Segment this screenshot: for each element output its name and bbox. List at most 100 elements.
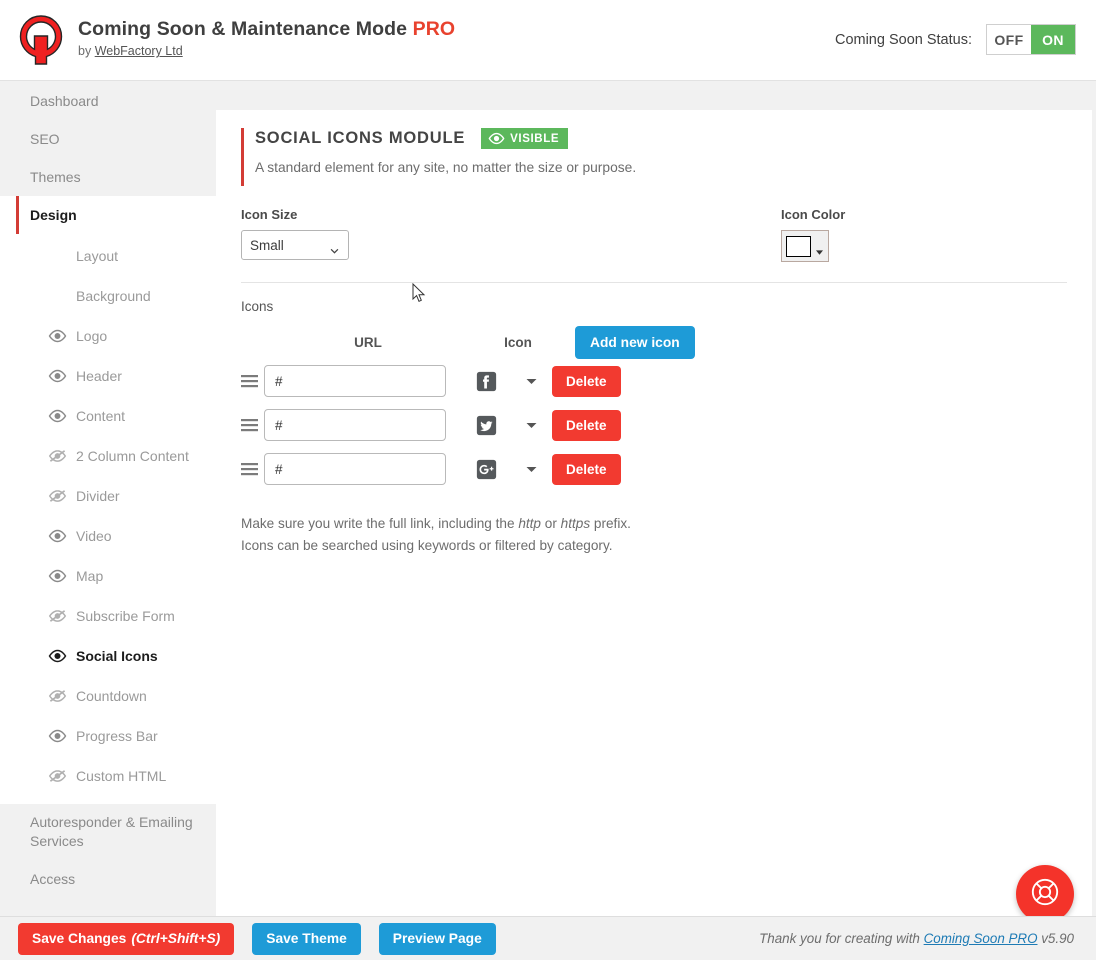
sidebar-item-header[interactable]: Header xyxy=(0,356,216,396)
credit-version: v5.90 xyxy=(1041,931,1074,946)
delete-button[interactable]: Delete xyxy=(552,409,621,441)
preview-page-button[interactable]: Preview Page xyxy=(378,922,496,955)
app-header: Coming Soon & Maintenance Mode PRO by We… xyxy=(0,0,1096,81)
sidebar-item-logo[interactable]: Logo xyxy=(0,316,216,356)
module-header: SOCIAL ICONS MODULE VISIBLE A standard e… xyxy=(216,110,1092,186)
status-label: Coming Soon Status: xyxy=(834,31,972,48)
status-badge-label: VISIBLE xyxy=(510,132,560,145)
sidebar-item-label: 2 Column Content xyxy=(76,448,189,464)
icon-size-field: Icon Size Small xyxy=(241,207,349,262)
sidebar-item-label: Autoresponder & Emailing Services xyxy=(30,814,193,849)
chevron-down-icon xyxy=(330,242,339,254)
note-text: Make sure you write the full link, inclu… xyxy=(241,516,519,531)
sidebar-item-label: Social Icons xyxy=(76,648,158,664)
sidebar-item-background[interactable]: Background xyxy=(0,276,216,316)
note-https: https xyxy=(560,516,591,531)
eye-icon xyxy=(48,729,67,743)
caret-down-icon xyxy=(815,243,824,255)
table-row: Delete xyxy=(216,447,1092,491)
app-title: Coming Soon & Maintenance Mode PRO xyxy=(78,18,455,40)
icon-picker-chevron-icon[interactable] xyxy=(514,422,548,429)
sidebar-item-countdown[interactable]: Countdown xyxy=(0,676,216,716)
toggle-on-segment[interactable]: ON xyxy=(1031,25,1075,54)
wrench-logo-icon xyxy=(18,14,64,66)
helper-note: Make sure you write the full link, inclu… xyxy=(216,491,1092,557)
sidebar-item-label: Dashboard xyxy=(30,93,99,109)
url-input[interactable] xyxy=(264,365,446,397)
eye-icon xyxy=(48,369,67,383)
sidebar-item-label: Header xyxy=(76,368,122,384)
eye-icon xyxy=(48,529,67,543)
drag-handle-icon[interactable] xyxy=(241,418,258,432)
toggle-off-segment[interactable]: OFF xyxy=(987,25,1031,54)
sidebar-item-2-column-content[interactable]: 2 Column Content xyxy=(0,436,216,476)
sidebar-item-label: Design xyxy=(30,207,77,223)
footer-buttons: Save Changes (Ctrl+Shift+S) Save Theme P… xyxy=(0,922,496,955)
icon-picker-chevron-icon[interactable] xyxy=(514,378,548,385)
coming-soon-status: Coming Soon Status: OFF ON xyxy=(835,24,1076,55)
sidebar-item-label: Progress Bar xyxy=(76,728,158,744)
sidebar-item-content[interactable]: Content xyxy=(0,396,216,436)
drag-handle-icon[interactable] xyxy=(241,374,258,388)
sidebar-item-layout[interactable]: Layout xyxy=(0,236,216,276)
status-badge[interactable]: VISIBLE xyxy=(481,128,569,149)
sidebar-item-label: Subscribe Form xyxy=(76,608,175,624)
sidebar-item-map[interactable]: Map xyxy=(0,556,216,596)
sidebar-item-access[interactable]: Access xyxy=(0,860,216,898)
helper-note-line-1: Make sure you write the full link, inclu… xyxy=(241,513,1092,535)
design-subnav: Layout Background Logo Header Content 2 … xyxy=(0,234,216,804)
brand-text: Coming Soon & Maintenance Mode PRO by We… xyxy=(78,14,455,58)
sidebar-item-social-icons[interactable]: Social Icons xyxy=(0,636,216,676)
delete-button[interactable]: Delete xyxy=(552,365,621,397)
sidebar-item-label: Map xyxy=(76,568,104,584)
credit-link[interactable]: Coming Soon PRO xyxy=(924,931,1038,946)
sidebar-item-themes[interactable]: Themes xyxy=(0,158,216,196)
sidebar-item-label: Themes xyxy=(30,169,81,185)
sidebar: Dashboard SEO Themes Design Layout Backg… xyxy=(0,82,216,916)
icon-color-label: Icon Color xyxy=(781,207,846,222)
sidebar-item-subscribe-form[interactable]: Subscribe Form xyxy=(0,596,216,636)
save-changes-button[interactable]: Save Changes (Ctrl+Shift+S) xyxy=(18,922,235,955)
byline-prefix: by xyxy=(78,44,92,59)
eye-slash-icon xyxy=(48,489,67,503)
sidebar-item-autoresponder[interactable]: Autoresponder & Emailing Services xyxy=(0,804,216,860)
twitter-square-icon xyxy=(458,415,514,436)
sidebar-item-label: Layout xyxy=(76,248,119,264)
icons-table-header: URL Icon Add new icon xyxy=(216,326,1092,359)
sidebar-item-label: Countdown xyxy=(76,688,147,704)
icon-color-picker[interactable] xyxy=(781,230,829,262)
support-button[interactable] xyxy=(1016,865,1074,923)
icon-color-field: Icon Color xyxy=(781,207,845,262)
byline-link[interactable]: WebFactory Ltd xyxy=(95,44,183,58)
eye-slash-icon xyxy=(48,609,67,623)
url-input[interactable] xyxy=(264,453,446,485)
icons-section-label: Icons xyxy=(241,299,274,314)
sidebar-item-video[interactable]: Video xyxy=(0,516,216,556)
sidebar-item-seo[interactable]: SEO xyxy=(0,120,216,158)
sidebar-item-custom-html[interactable]: Custom HTML xyxy=(0,756,216,796)
save-changes-shortcut: (Ctrl+Shift+S) xyxy=(131,931,221,946)
sidebar-item-design[interactable]: Design xyxy=(0,196,216,234)
color-swatch[interactable] xyxy=(786,235,811,257)
facebook-square-icon xyxy=(458,371,514,392)
sidebar-item-label: Access xyxy=(30,870,76,887)
sidebar-item-dashboard[interactable]: Dashboard xyxy=(0,82,216,120)
sidebar-item-divider[interactable]: Divider xyxy=(0,476,216,516)
footer-bar: Save Changes (Ctrl+Shift+S) Save Theme P… xyxy=(0,916,1096,960)
icon-size-select[interactable]: Small xyxy=(241,230,349,260)
sidebar-item-progress-bar[interactable]: Progress Bar xyxy=(0,716,216,756)
delete-button[interactable]: Delete xyxy=(552,453,621,485)
app-title-main: Coming Soon & Maintenance Mode xyxy=(78,18,408,40)
status-toggle[interactable]: OFF ON xyxy=(986,24,1076,55)
icon-picker-chevron-icon[interactable] xyxy=(514,466,548,473)
add-new-icon-button[interactable]: Add new icon xyxy=(575,326,695,359)
drag-handle-icon[interactable] xyxy=(241,462,258,476)
credit-prefix: Thank you for creating with xyxy=(759,931,920,946)
url-input[interactable] xyxy=(264,409,446,441)
save-theme-button[interactable]: Save Theme xyxy=(252,922,361,955)
eye-icon xyxy=(488,132,505,145)
footer-credit: Thank you for creating with Coming Soon … xyxy=(759,931,1096,946)
column-header-icon: Icon xyxy=(504,335,532,350)
main-panel: SOCIAL ICONS MODULE VISIBLE A standard e… xyxy=(216,110,1092,916)
eye-slash-icon xyxy=(48,449,67,463)
